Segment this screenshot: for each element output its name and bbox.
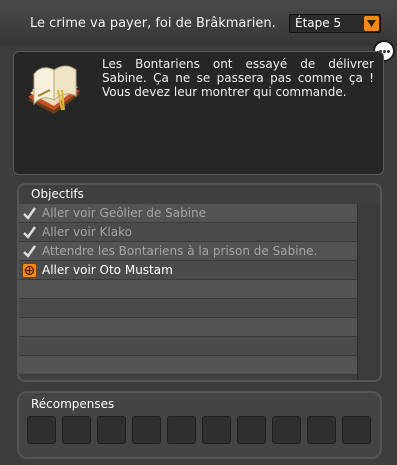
checkmark-icon — [23, 226, 37, 239]
objective-label: Aller voir Klako — [42, 225, 132, 239]
list-item[interactable]: Attendre les Bontariens à la prison de S… — [19, 242, 357, 261]
objectives-list: Aller voir Geôlier de Sabine Aller voir … — [19, 204, 357, 375]
chevron-down-icon — [367, 20, 376, 27]
reward-slot[interactable] — [167, 416, 196, 444]
reward-slot[interactable] — [132, 416, 161, 444]
objective-label: Aller voir Oto Mustam — [42, 263, 173, 277]
step-select-value: Étape 5 — [295, 16, 342, 30]
reward-slot[interactable] — [27, 416, 56, 444]
checkmark-icon — [23, 207, 37, 220]
step-select[interactable]: Étape 5 — [289, 14, 381, 33]
reward-slot[interactable] — [272, 416, 301, 444]
empty-row — [19, 318, 357, 337]
rewards-panel: Récompenses — [17, 391, 382, 459]
objective-label: Attendre les Bontariens à la prison de S… — [42, 244, 318, 258]
book-icon — [28, 65, 80, 114]
list-item[interactable]: Aller voir Oto Mustam — [19, 261, 357, 280]
checkmark-icon — [23, 245, 37, 258]
list-item[interactable]: Aller voir Klako — [19, 223, 357, 242]
quest-description-text: Les Bontariens ont essayé de délivrer Sa… — [102, 57, 374, 99]
reward-slot[interactable] — [202, 416, 231, 444]
reward-slot[interactable] — [342, 416, 371, 444]
objectives-panel: Objectifs Aller voir Geôlier de Sabine A… — [17, 183, 382, 382]
empty-row — [19, 280, 357, 299]
empty-row — [19, 299, 357, 318]
target-icon — [22, 263, 37, 278]
reward-slot[interactable] — [97, 416, 126, 444]
quest-title: Le crime va payer, foi de Brâkmarien. — [30, 16, 276, 31]
list-item[interactable]: Aller voir Geôlier de Sabine — [19, 204, 357, 223]
objectives-title: Objectifs — [31, 187, 84, 201]
rewards-title: Récompenses — [31, 397, 115, 411]
quest-header: Le crime va payer, foi de Brâkmarien. Ét… — [0, 0, 397, 46]
empty-row — [19, 356, 357, 375]
reward-slot[interactable] — [307, 416, 336, 444]
dropdown-button[interactable] — [364, 16, 379, 31]
scrollbar[interactable] — [357, 204, 380, 380]
reward-slot[interactable] — [237, 416, 266, 444]
empty-row — [19, 337, 357, 356]
objective-label: Aller voir Geôlier de Sabine — [42, 206, 207, 220]
quest-description-panel: Les Bontariens ont essayé de délivrer Sa… — [13, 51, 384, 175]
reward-slot[interactable] — [62, 416, 91, 444]
